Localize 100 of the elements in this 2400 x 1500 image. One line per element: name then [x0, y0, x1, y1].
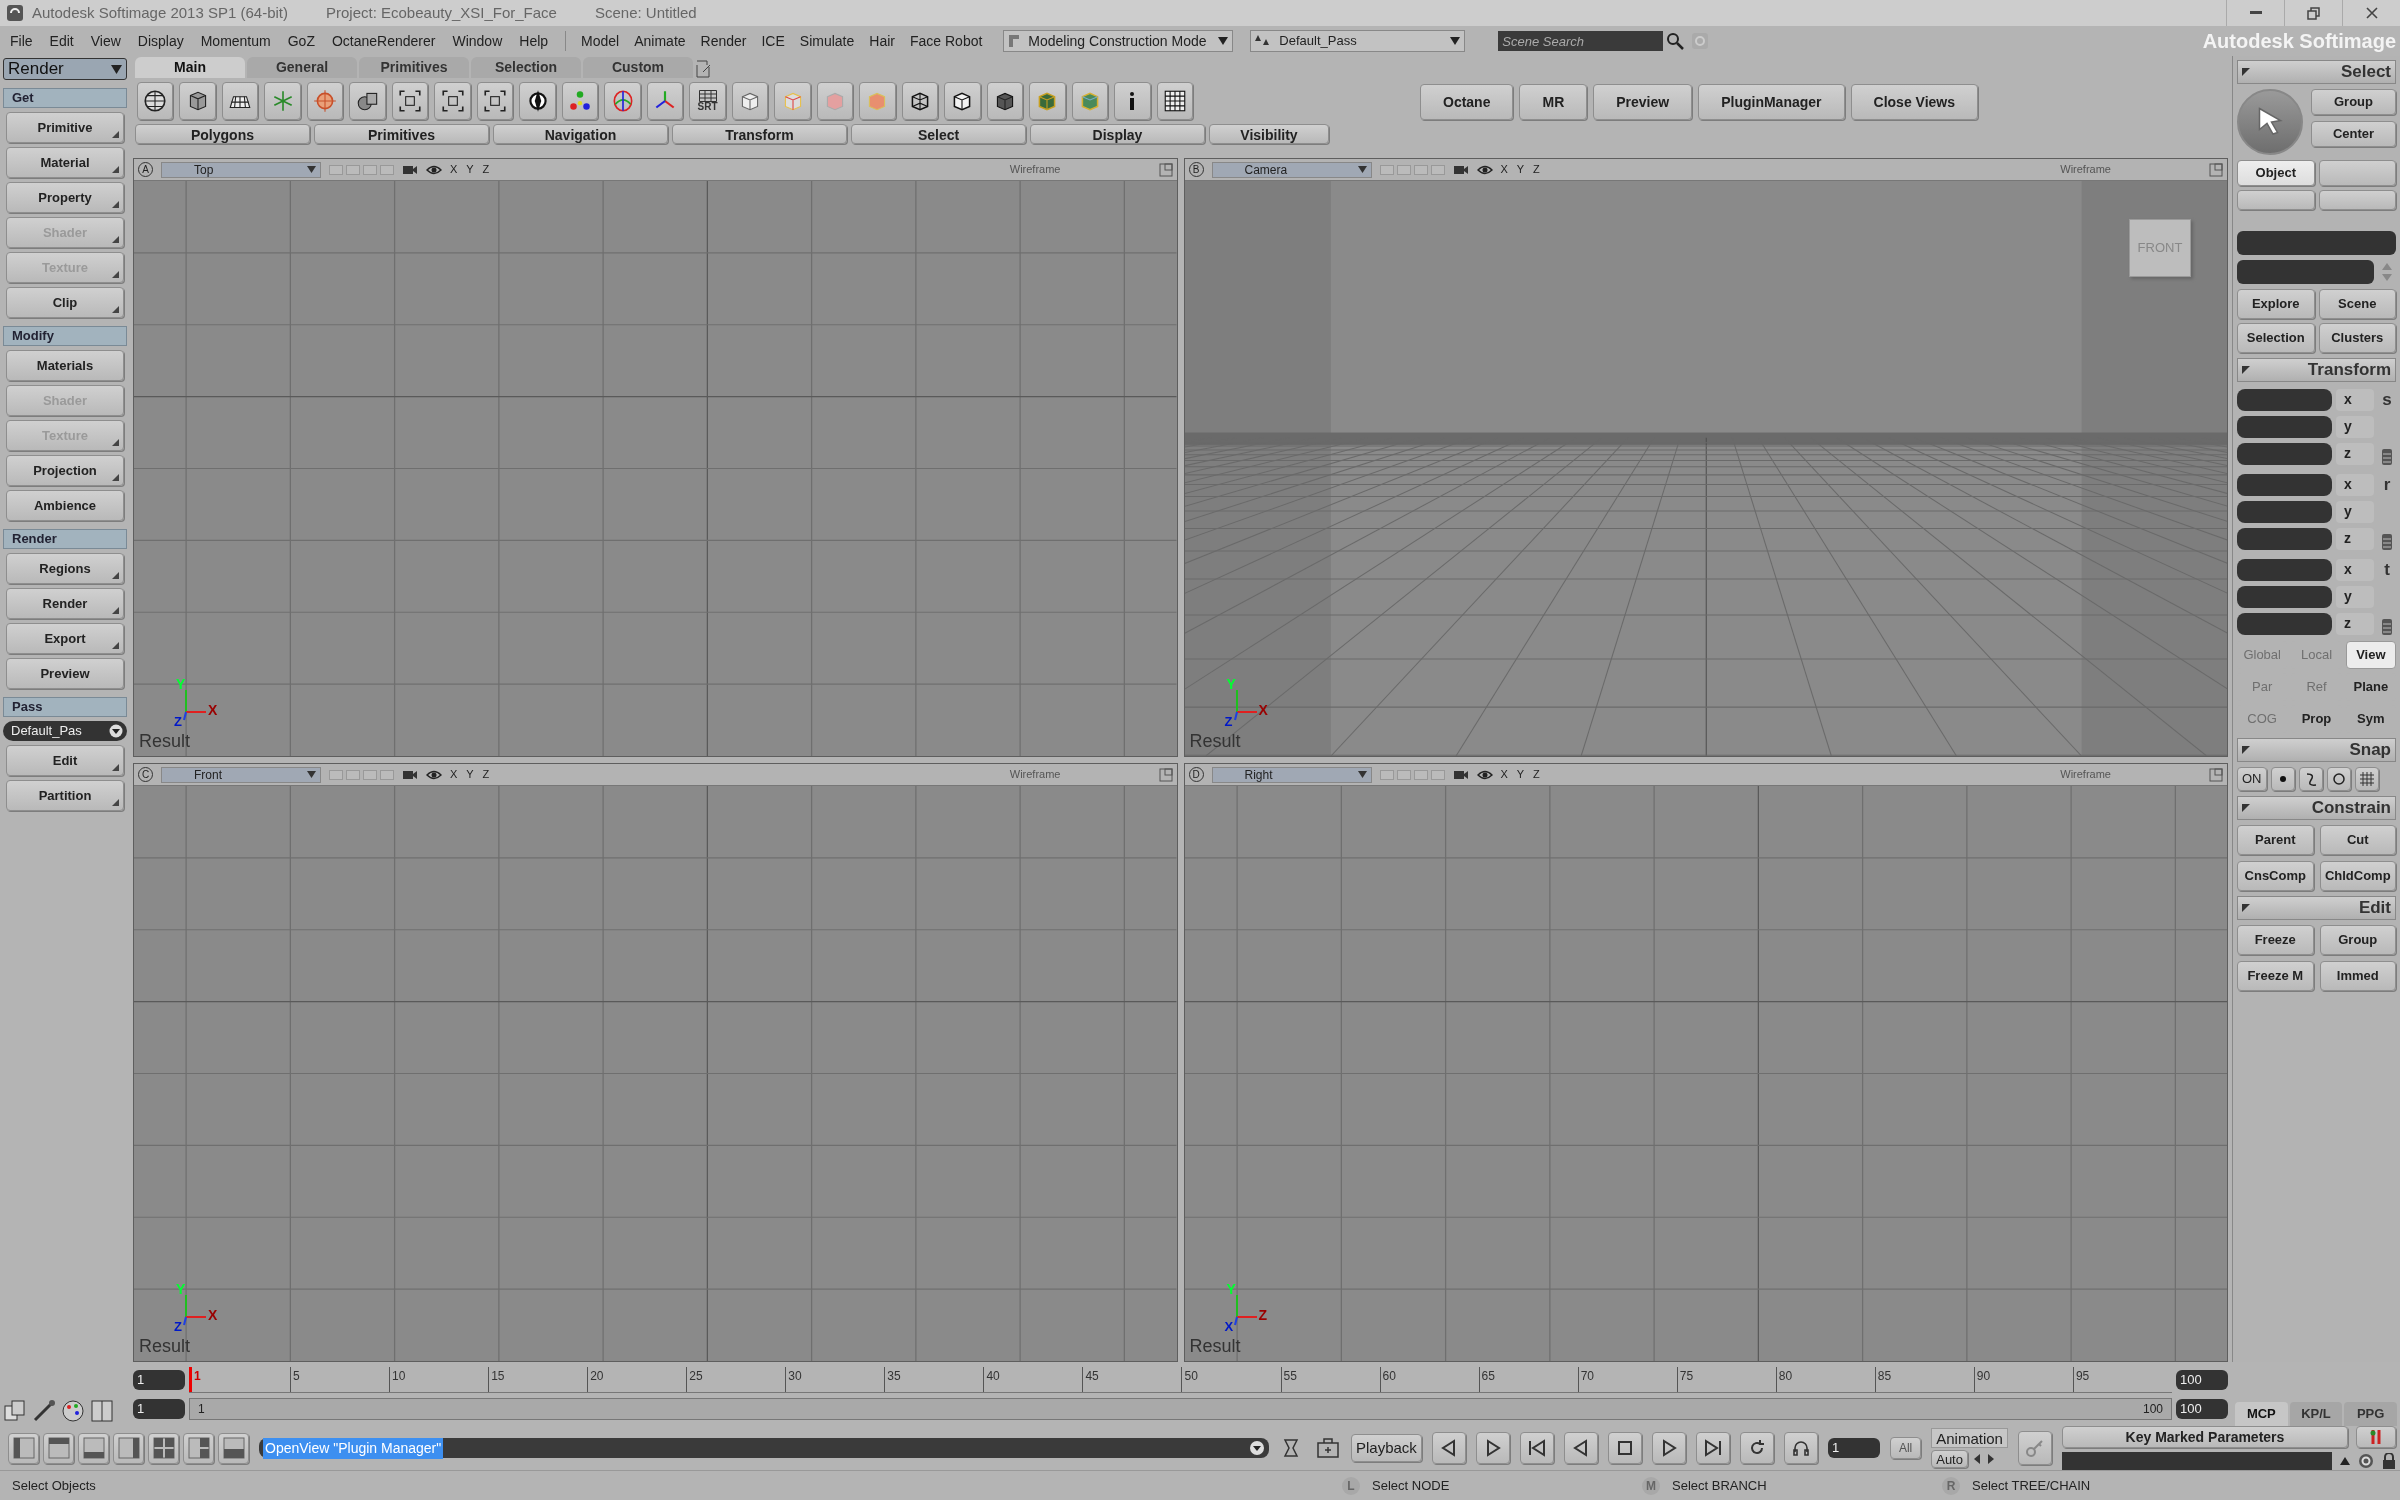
panel-tab[interactable]: KP/L	[2289, 1402, 2343, 1426]
auto-key-button[interactable]: Auto	[1931, 1450, 1968, 1468]
menu-button[interactable]: Export	[6, 623, 124, 654]
current-frame-field[interactable]: 1	[1827, 1438, 1880, 1458]
layout-button[interactable]	[8, 1432, 39, 1464]
axis-button[interactable]: y	[2336, 500, 2374, 523]
explorer-button[interactable]: Selection	[2237, 323, 2315, 353]
toolbar-tab[interactable]: Primitives	[359, 57, 469, 78]
shortcut-button[interactable]: Preview	[1593, 84, 1693, 120]
value-field[interactable]	[2237, 388, 2332, 411]
axis-button[interactable]: z	[2336, 442, 2374, 465]
snap-curve-button[interactable]	[2298, 767, 2323, 791]
toolbar-tab[interactable]: Selection	[471, 57, 581, 78]
panel-tab[interactable]: MCP	[2235, 1402, 2288, 1426]
menu-button[interactable]: Property	[6, 182, 124, 213]
transport-button[interactable]	[1739, 1432, 1774, 1464]
display-mode-dropdown[interactable]: Wireframe	[1009, 766, 1061, 783]
shortcut-button[interactable]: Close Views	[1850, 84, 1978, 120]
reference-mode-button[interactable]: View	[2345, 641, 2396, 669]
end-frame-field[interactable]: 100	[2176, 1370, 2228, 1390]
maximize-icon[interactable]	[2209, 767, 2223, 782]
start-frame-field[interactable]: 1	[133, 1370, 185, 1390]
list-icon[interactable]	[2381, 618, 2393, 636]
menu-item[interactable]: Edit	[49, 30, 74, 52]
menu-button[interactable]: Preview	[6, 658, 124, 689]
toolbar-button[interactable]	[349, 82, 386, 120]
layout-toggle[interactable]	[1413, 164, 1428, 175]
menu-item[interactable]: Help	[519, 30, 549, 52]
menu-item[interactable]: GoZ	[287, 30, 315, 52]
next-key-icon[interactable]	[1985, 1453, 1996, 1465]
select-mode-button[interactable]: Object	[2237, 160, 2315, 186]
transport-button[interactable]	[1475, 1432, 1510, 1464]
edit-button[interactable]: Group	[2319, 925, 2396, 955]
menu-button[interactable]: Edit	[6, 745, 124, 776]
edit-button[interactable]: Freeze	[2237, 925, 2314, 955]
toolbar-button[interactable]	[137, 82, 174, 120]
section-header[interactable]: Edit	[2237, 896, 2396, 920]
layout-toggle[interactable]	[380, 769, 394, 780]
maximize-icon[interactable]	[2209, 162, 2223, 177]
transport-button[interactable]	[1651, 1432, 1686, 1464]
time-range-bar[interactable]: 1 100	[189, 1398, 2172, 1420]
transport-button[interactable]	[1563, 1432, 1598, 1464]
value-field[interactable]	[2237, 500, 2332, 523]
timeline-ruler[interactable]: 1 5 10 15 20 25 30 35 40 45 50 55 60 65 70 75 80 85 90 95	[189, 1367, 2172, 1393]
key-set-field[interactable]	[2061, 1452, 2332, 1470]
transform-type-button[interactable]: t	[2384, 557, 2390, 583]
pass-dropdown[interactable]: Default_Pas	[3, 721, 127, 741]
layout-button[interactable]	[148, 1432, 179, 1464]
layout-toggle[interactable]	[363, 164, 377, 175]
explorer-button[interactable]: Clusters	[2318, 323, 2396, 353]
toolbar-group-button[interactable]: Select	[851, 124, 1026, 144]
display-mode-dropdown[interactable]: Wireframe	[2060, 161, 2111, 178]
eye-icon[interactable]	[426, 768, 442, 781]
menu-item[interactable]: OctaneRenderer	[331, 30, 436, 52]
transform-type-button[interactable]: s	[2382, 387, 2392, 413]
axis-buttons[interactable]: X Y Z	[1500, 161, 1543, 178]
toolbar-button[interactable]	[434, 82, 471, 120]
toolbar-group-button[interactable]: Transform	[672, 124, 847, 144]
module-menu-item[interactable]: Animate	[634, 30, 686, 52]
toolbar-group-button[interactable]: Display	[1030, 124, 1205, 144]
menu-button[interactable]: Projection	[6, 455, 124, 486]
eye-icon[interactable]	[1476, 163, 1493, 176]
view-dropdown[interactable]: Camera	[1211, 161, 1372, 178]
axis-button[interactable]: x	[2336, 558, 2374, 581]
layout-toggle[interactable]	[1396, 164, 1411, 175]
toolbar-button[interactable]	[986, 82, 1024, 120]
animation-menu-button[interactable]: Animation	[1931, 1428, 2008, 1448]
transport-button[interactable]	[1431, 1432, 1466, 1464]
search-icon[interactable]	[1666, 32, 1685, 50]
layout-button[interactable]	[78, 1432, 109, 1464]
toolbar-button[interactable]	[1114, 82, 1151, 120]
toolbar-group-button[interactable]: Visibility	[1209, 124, 1329, 144]
layout-button[interactable]	[218, 1432, 249, 1464]
toolbar-button[interactable]	[179, 82, 216, 120]
display-mode-dropdown[interactable]: Wireframe	[2060, 766, 2111, 783]
section-header[interactable]: Constrain	[2237, 796, 2396, 820]
menu-button[interactable]: Partition	[6, 780, 124, 811]
axis-button[interactable]: z	[2336, 527, 2374, 550]
axis-button[interactable]: y	[2336, 585, 2374, 608]
viewport[interactable]: C Front X Y Z Wireframe Y X Z Result	[133, 763, 1178, 1362]
transform-type-button[interactable]: r	[2383, 472, 2391, 498]
viewport[interactable]: A Top X Y Z Wireframe Y X Z Result	[133, 158, 1178, 757]
view-dropdown[interactable]: Front	[161, 766, 321, 783]
transport-button[interactable]	[1607, 1432, 1642, 1464]
up-arrow-icon[interactable]	[2340, 1457, 2350, 1465]
eye-icon[interactable]	[1476, 768, 1493, 781]
toolbar-button[interactable]	[1156, 82, 1194, 120]
filter-field[interactable]	[2237, 260, 2374, 284]
menu-button[interactable]: Material	[6, 147, 124, 178]
axis-buttons[interactable]: X Y Z	[450, 161, 493, 178]
shortcut-button[interactable]: Octane	[1420, 84, 1514, 120]
menu-button[interactable]: Render	[6, 588, 124, 619]
select-mode-button[interactable]: Center	[2311, 121, 2396, 147]
section-header[interactable]: Render	[3, 529, 127, 549]
module-menu-item[interactable]: Render	[700, 30, 747, 52]
section-header[interactable]: Pass	[3, 697, 127, 717]
layout-toggle[interactable]	[346, 769, 360, 780]
layout-toggle[interactable]	[1379, 769, 1394, 780]
menu-item[interactable]: Window	[452, 30, 503, 52]
all-button[interactable]: All	[1889, 1437, 1922, 1459]
